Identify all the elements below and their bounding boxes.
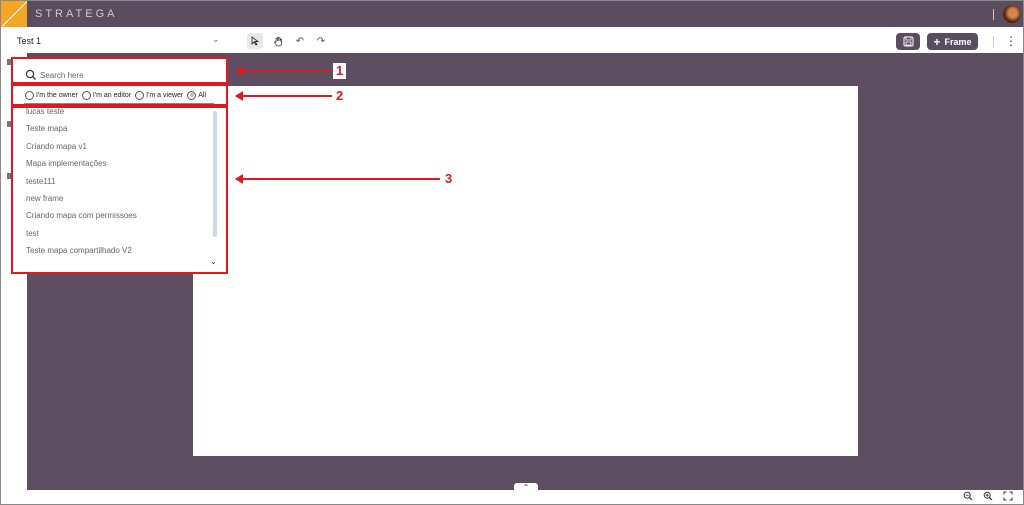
divider bbox=[993, 9, 994, 20]
top-bar: STRATEGA bbox=[1, 1, 1023, 27]
divider bbox=[993, 36, 994, 48]
undo-icon[interactable]: ↶ bbox=[292, 33, 308, 49]
avatar[interactable] bbox=[1003, 5, 1021, 23]
arrow-icon bbox=[235, 91, 332, 101]
add-frame-button[interactable]: + Frame bbox=[927, 33, 978, 50]
zoom-out-icon[interactable] bbox=[963, 491, 973, 504]
more-options-icon[interactable]: ⋮ bbox=[1005, 33, 1017, 49]
toolbar: Test 1 ⌄ ↶ ↷ + Frame ⋮ bbox=[1, 27, 1023, 53]
brand-name: STRATEGA bbox=[35, 8, 118, 20]
annotation-label-1: 1 bbox=[333, 63, 347, 79]
arrow-icon bbox=[235, 66, 332, 76]
plus-icon: + bbox=[933, 34, 941, 49]
bottom-bar bbox=[1, 490, 1023, 504]
arrow-icon bbox=[235, 174, 440, 184]
highlight-box-1 bbox=[11, 57, 228, 84]
annotation-label-3: 3 bbox=[442, 171, 456, 187]
fit-screen-icon[interactable] bbox=[1003, 491, 1013, 504]
highlight-box-2 bbox=[11, 84, 228, 106]
redo-icon[interactable]: ↷ bbox=[313, 33, 329, 49]
save-button[interactable] bbox=[896, 33, 920, 50]
zoom-in-icon[interactable] bbox=[983, 491, 993, 504]
hand-tool-icon[interactable] bbox=[270, 33, 286, 49]
project-selector[interactable]: Test 1 bbox=[17, 36, 41, 46]
select-cursor-icon[interactable] bbox=[247, 33, 263, 49]
logo-icon[interactable] bbox=[1, 1, 27, 27]
annotation-label-2: 2 bbox=[333, 88, 347, 104]
add-frame-label: Frame bbox=[944, 36, 972, 47]
highlight-box-3 bbox=[11, 106, 228, 274]
frame-board[interactable] bbox=[193, 86, 858, 456]
chevron-down-icon[interactable]: ⌄ bbox=[212, 34, 220, 45]
save-icon bbox=[903, 36, 913, 47]
